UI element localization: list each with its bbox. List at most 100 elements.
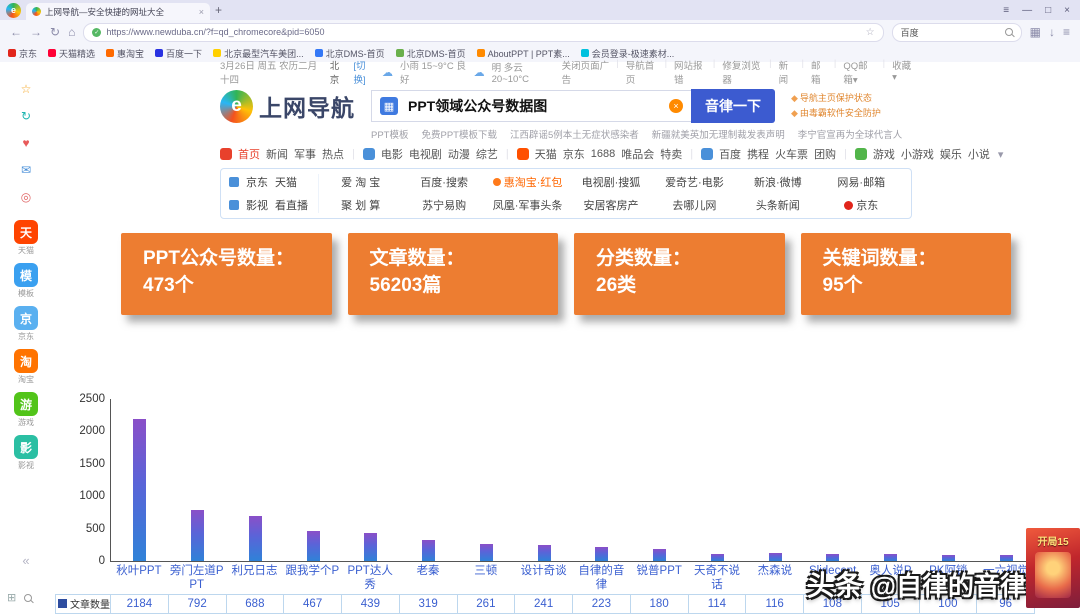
quick-link[interactable]: 苏宁易购	[422, 197, 466, 213]
nav-link[interactable]: 携程	[747, 146, 769, 162]
infobar-link[interactable]: 新闻	[779, 58, 795, 86]
quick-link[interactable]: 凤凰·军事头条	[493, 197, 563, 213]
nav-link[interactable]: 军事	[294, 146, 316, 162]
quick-link[interactable]: 聚 划 算	[341, 197, 380, 213]
city-switch-link[interactable]: [切换]	[354, 58, 375, 86]
nav-link[interactable]: 团购	[814, 146, 836, 162]
sidebar-app-item[interactable]: 淘淘宝	[14, 349, 38, 385]
infobar-link[interactable]: 修复浏览器	[722, 58, 762, 86]
bookmark-item[interactable]: 百度一下	[155, 47, 202, 60]
quick-link[interactable]: 影视	[246, 197, 268, 213]
close-icon[interactable]: ×	[1064, 5, 1070, 16]
quick-link[interactable]: 京东	[246, 174, 268, 190]
quick-link[interactable]: 新浪·微博	[754, 174, 802, 190]
nav-link[interactable]: 小游戏	[901, 146, 934, 162]
url-field[interactable]: ✓ https://www.newduba.cn/?f=qd_chromecor…	[83, 23, 883, 42]
browser-tab[interactable]: 上网导航—安全快捷的网址大全 ×	[26, 3, 210, 20]
sidebar-app-item[interactable]: 游游戏	[14, 392, 38, 428]
chevron-down-icon[interactable]: ▾	[998, 148, 1004, 161]
home-icon[interactable]: ⌂	[68, 25, 75, 39]
infobar-link[interactable]: 导航首页	[626, 58, 658, 86]
bookmark-item[interactable]: 天猫精选	[48, 47, 95, 60]
quick-link[interactable]: 看直播	[275, 197, 308, 213]
value-cell: 241	[515, 595, 573, 613]
tab-close-icon[interactable]: ×	[199, 7, 204, 17]
minimize-icon[interactable]: —	[1022, 5, 1032, 16]
search-box[interactable]: ▦ ×	[371, 90, 691, 122]
corner-ad-banner[interactable]: 开局15	[1026, 528, 1080, 608]
quick-search-field[interactable]: 百度	[892, 23, 1022, 42]
nav-link[interactable]: 百度	[719, 146, 741, 162]
value-cell: 114	[689, 595, 747, 613]
favorite-icon[interactable]: ♥	[22, 136, 29, 150]
quick-link[interactable]: 网易·邮箱	[837, 174, 885, 190]
sidebar-app-item[interactable]: 影影视	[14, 435, 38, 471]
bookmark-item[interactable]: 惠淘宝	[106, 47, 144, 60]
hot-word-link[interactable]: 免费PPT模板下载	[421, 127, 496, 141]
corner-tools: ⊞	[7, 591, 32, 604]
maximize-icon[interactable]: □	[1045, 5, 1051, 16]
quick-link[interactable]: 天猫	[275, 174, 297, 190]
quick-link[interactable]: 去哪儿网	[672, 197, 716, 213]
nav-link[interactable]: 电视剧	[409, 146, 442, 162]
back-icon[interactable]: ←	[10, 25, 22, 39]
search-category-icon[interactable]: ▦	[380, 97, 398, 115]
nav-link[interactable]: 游戏	[873, 146, 895, 162]
download-icon[interactable]: ↓	[1049, 25, 1055, 39]
browser-menu-icon[interactable]: ≡	[1063, 25, 1070, 39]
quick-link[interactable]: 惠淘宝·红包	[493, 174, 563, 190]
quick-link[interactable]: 爱奇艺·电影	[665, 174, 724, 190]
search-button[interactable]: 音律一下	[691, 89, 775, 123]
nav-link[interactable]: 唯品会	[621, 146, 654, 162]
refresh-icon[interactable]: ↻	[50, 25, 60, 39]
infobar-link[interactable]: 网站报错	[674, 58, 706, 86]
quick-link[interactable]: 安居客房产	[583, 197, 638, 213]
quick-link[interactable]: 头条新闻	[756, 197, 800, 213]
nav-link[interactable]: 娱乐	[940, 146, 962, 162]
hot-word-link[interactable]: 李宁官宣再为全球代言人	[798, 127, 903, 141]
forward-icon[interactable]: →	[30, 25, 42, 39]
collapse-panel-icon[interactable]: «	[0, 553, 52, 568]
sidebar-app-item[interactable]: 模模板	[14, 263, 38, 299]
grid-menu-icon[interactable]: ⊞	[7, 591, 16, 604]
nav-link[interactable]: 火车票	[775, 146, 808, 162]
infobar-link[interactable]: 邮箱	[811, 58, 827, 86]
nav-link[interactable]: 新闻	[266, 146, 288, 162]
nav-link[interactable]: 热点	[322, 146, 344, 162]
nav-link[interactable]: 电影	[381, 146, 403, 162]
bookmark-item[interactable]: 京东	[8, 47, 37, 60]
scan-icon[interactable]: ▦	[1030, 25, 1041, 39]
quick-link[interactable]: 百度·搜索	[420, 174, 468, 190]
quick-link[interactable]: 爱 淘 宝	[341, 174, 380, 190]
mail-icon[interactable]: ✉	[21, 163, 31, 177]
history-icon[interactable]: ↻	[21, 109, 31, 123]
nav-link[interactable]: 动漫	[448, 146, 470, 162]
hot-word-link[interactable]: 江西辟谣5例本土无症状感染者	[510, 127, 639, 141]
bookmark-item[interactable]: AboutPPT | PPT素...	[477, 47, 570, 60]
nav-link[interactable]: 天猫	[535, 146, 557, 162]
infobar-link[interactable]: 收藏▾	[892, 58, 912, 86]
nav-link[interactable]: 首页	[238, 146, 260, 162]
nav-link[interactable]: 综艺	[476, 146, 498, 162]
hot-word-link[interactable]: 新疆就美英加无理制裁发表声明	[652, 127, 785, 141]
bookmark-star-icon[interactable]: ☆	[866, 27, 875, 38]
new-tab-button[interactable]: +	[215, 3, 222, 17]
sidebar-app-item[interactable]: 京京东	[14, 306, 38, 342]
menu-icon[interactable]: ≡	[1003, 5, 1009, 16]
star-icon[interactable]: ☆	[21, 82, 32, 96]
quick-link[interactable]: 京东	[844, 197, 878, 213]
clear-search-icon[interactable]: ×	[669, 99, 683, 113]
infobar-link[interactable]: QQ邮箱▾	[843, 58, 875, 86]
nav-link[interactable]: 特卖	[660, 146, 682, 162]
quick-link[interactable]: 电视剧·搜狐	[582, 174, 641, 190]
hot-word-link[interactable]: PPT模板	[371, 127, 408, 141]
zoom-icon[interactable]	[24, 594, 32, 602]
infobar-link[interactable]: 关闭页面广告	[562, 58, 610, 86]
nav-link[interactable]: 京东	[563, 146, 585, 162]
sidebar-app-item[interactable]: 天天猫	[14, 220, 38, 256]
nav-link[interactable]: 1688	[591, 148, 615, 160]
screenshot-icon[interactable]: ◎	[21, 190, 31, 204]
nav-link[interactable]: 小说	[968, 146, 990, 162]
search-icon[interactable]	[1005, 28, 1013, 36]
search-input[interactable]	[406, 97, 661, 115]
